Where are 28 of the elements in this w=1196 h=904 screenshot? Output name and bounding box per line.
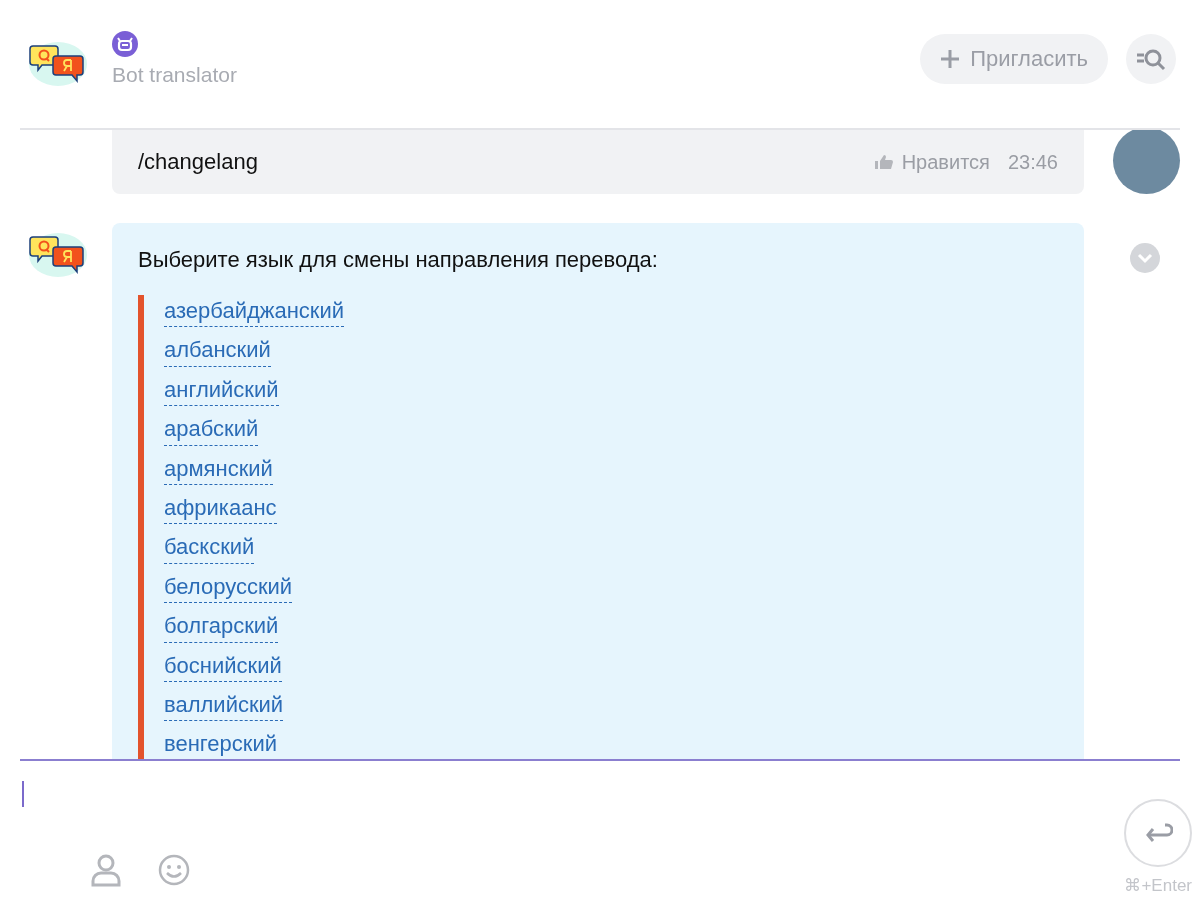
- bot-avatar-icon: [28, 231, 88, 279]
- language-link[interactable]: валлийский: [164, 688, 284, 722]
- language-link[interactable]: арабский: [164, 413, 259, 446]
- language-link[interactable]: белорусский: [164, 570, 293, 604]
- message-text: Выберите язык для смены направления перевода:: [138, 247, 659, 273]
- message-time: 23:46: [1007, 150, 1058, 174]
- text-cursor: [22, 781, 24, 807]
- bot-logo-icon: [28, 40, 88, 88]
- chevron-down-icon[interactable]: [1130, 243, 1160, 273]
- plus-icon: [940, 49, 961, 69]
- person-icon[interactable]: [90, 853, 122, 887]
- send-shortcut-hint: ⌘+Enter: [1124, 875, 1192, 896]
- language-link[interactable]: армянский: [164, 452, 273, 485]
- message-text: /changelang: [138, 149, 259, 175]
- language-link[interactable]: венгерский: [164, 728, 278, 759]
- language-link[interactable]: болгарский: [164, 610, 279, 643]
- language-link[interactable]: боснийский: [164, 649, 282, 682]
- return-arrow-icon: [1143, 822, 1173, 844]
- thumbs-up-icon: [873, 154, 894, 170]
- search-button[interactable]: [1126, 34, 1176, 84]
- language-link[interactable]: албанский: [164, 334, 271, 367]
- language-link[interactable]: баскский: [164, 531, 255, 564]
- language-link[interactable]: английский: [164, 373, 279, 407]
- language-link[interactable]: азербайджанский: [164, 295, 345, 328]
- robot-icon: [112, 31, 138, 57]
- emoji-icon[interactable]: [158, 853, 190, 887]
- language-link[interactable]: африкаанс: [164, 491, 277, 525]
- bot-name: Bot translator: [112, 63, 238, 87]
